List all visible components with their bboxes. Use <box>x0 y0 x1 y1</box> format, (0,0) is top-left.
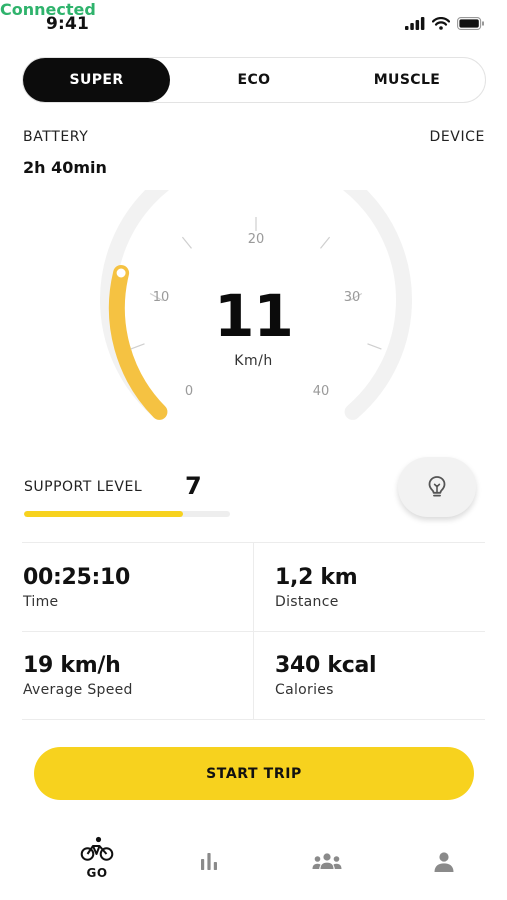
mode-eco-button[interactable]: ECO <box>181 58 327 102</box>
battery-icon <box>457 17 484 30</box>
status-icons <box>405 17 485 30</box>
tab-community[interactable] <box>292 836 362 874</box>
gauge-tick-label-0: 0 <box>185 384 193 399</box>
stat-average-speed-value: 19 km/h <box>23 653 121 678</box>
gauge-tick <box>181 236 192 249</box>
tab-go-label: GO <box>86 866 108 880</box>
stat-calories: 340 kcal Calories <box>275 653 495 698</box>
stat-calories-value: 340 kcal <box>275 653 377 678</box>
lightbulb-icon <box>428 476 446 497</box>
status-time: 9:41 <box>46 14 90 34</box>
support-level-fill <box>24 511 183 517</box>
stat-average-speed-label: Average Speed <box>23 682 133 698</box>
battery-label: BATTERY <box>23 129 89 145</box>
stat-calories-label: Calories <box>275 682 334 698</box>
stat-distance: 1,2 km Distance <box>275 565 495 610</box>
tab-go[interactable]: GO <box>62 836 132 880</box>
stat-distance-label: Distance <box>275 594 339 610</box>
bottom-tab-bar: GO <box>0 828 507 900</box>
stat-average-speed: 19 km/h Average Speed <box>23 653 243 698</box>
device-label: DEVICE <box>429 129 485 145</box>
mode-muscle-button[interactable]: MUSCLE <box>329 58 485 102</box>
gauge-tick <box>320 236 331 249</box>
stats-divider-vertical <box>253 543 254 719</box>
signal-icon <box>405 17 425 30</box>
stat-time-label: Time <box>23 594 59 610</box>
tab-stats[interactable] <box>174 836 244 874</box>
stat-time: 00:25:10 Time <box>23 565 243 610</box>
support-level-bar[interactable] <box>24 511 230 517</box>
mode-switch: SUPER ECO MUSCLE <box>22 57 486 103</box>
support-level-value: 7 <box>185 472 202 500</box>
wifi-icon <box>432 17 450 30</box>
gauge-tick-label-40: 40 <box>313 384 330 399</box>
battery-value: 2h 40min <box>23 158 107 177</box>
bar-chart-icon <box>201 853 217 870</box>
stat-distance-value: 1,2 km <box>275 565 358 590</box>
speed-value: 11 <box>214 282 294 350</box>
speed-unit: Km/h <box>234 353 273 369</box>
gauge-marker <box>114 266 128 280</box>
gauge-tick-label-20: 20 <box>248 232 265 247</box>
support-level-label: SUPPORT LEVEL <box>24 479 143 495</box>
group-icon <box>312 853 342 869</box>
light-toggle-button[interactable] <box>398 457 476 517</box>
mode-super-button[interactable]: SUPER <box>23 58 170 102</box>
user-icon <box>434 852 454 872</box>
start-trip-button[interactable]: START TRIP <box>34 747 474 800</box>
stat-time-value: 00:25:10 <box>23 565 131 590</box>
status-bar: 9:41 <box>0 0 507 52</box>
trip-stats-grid: 00:25:10 Time 1,2 km Distance 19 km/h Av… <box>22 542 485 720</box>
tab-profile[interactable] <box>409 836 479 874</box>
bicycle-icon <box>80 836 114 861</box>
